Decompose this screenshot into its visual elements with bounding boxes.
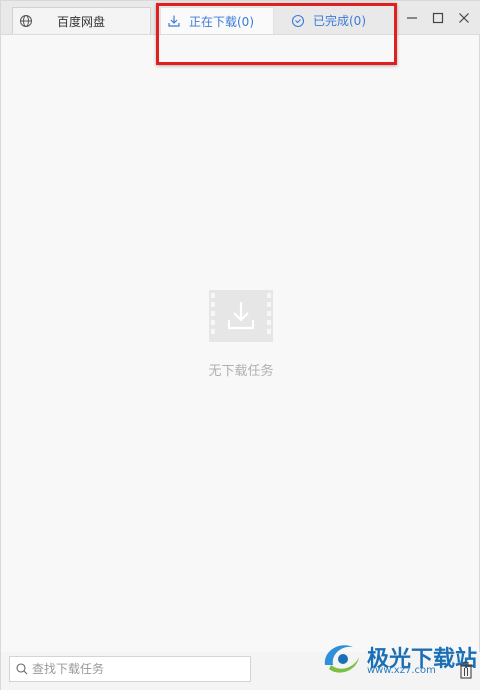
download-window: 百度网盘 正在下载(0) 已完成(0) 无下载任务 查找下载任务 极光下载站 w… <box>0 0 480 690</box>
minimize-icon[interactable] <box>401 7 423 29</box>
annotation-highlight-box <box>156 3 397 65</box>
search-input[interactable] <box>32 662 232 676</box>
video-download-icon <box>209 290 273 346</box>
tab-baidu-netdisk[interactable]: 百度网盘 <box>12 7 151 34</box>
empty-state: 无下载任务 <box>1 290 480 379</box>
watermark-logo: 极光下载站 www.xz7.com <box>319 635 479 683</box>
empty-state-text: 无下载任务 <box>208 364 274 379</box>
tab-baidu-label: 百度网盘 <box>57 14 106 29</box>
maximize-icon[interactable] <box>427 7 449 29</box>
trash-icon[interactable] <box>459 661 473 679</box>
watermark-url: www.xz7.com <box>367 665 436 676</box>
window-controls <box>397 7 475 29</box>
globe-icon <box>19 14 33 28</box>
search-box[interactable] <box>9 656 251 682</box>
watermark-swirl-icon <box>319 635 363 683</box>
close-icon[interactable] <box>453 7 475 29</box>
search-icon <box>16 660 28 679</box>
